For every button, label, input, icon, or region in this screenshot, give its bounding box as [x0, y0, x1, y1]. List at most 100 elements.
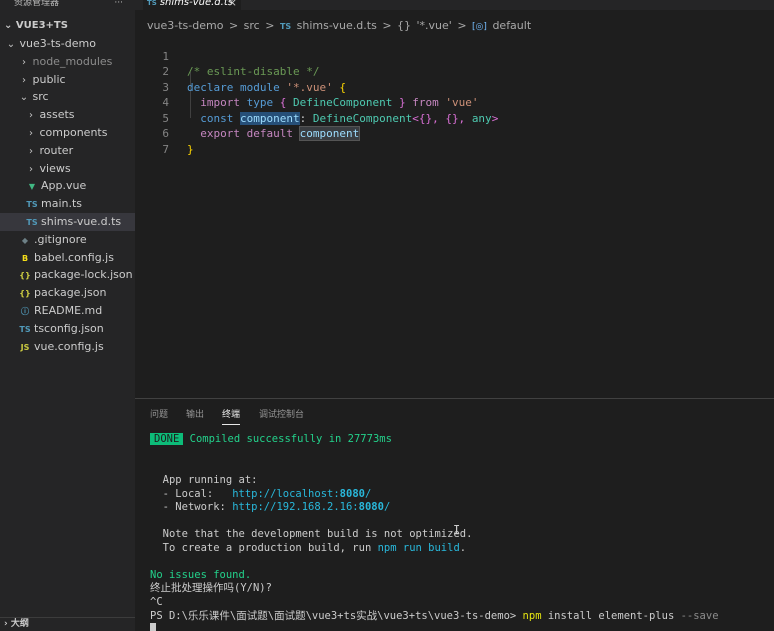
breadcrumb-file[interactable]: shims-vue.d.ts: [297, 19, 377, 32]
tab-debug-console[interactable]: 调试控制台: [259, 409, 304, 425]
code-line[interactable]: 6 }: [135, 111, 774, 156]
file-type-icon: B: [21, 253, 29, 263]
more-actions-icon[interactable]: ···: [114, 0, 123, 10]
tree-item[interactable]: ⌄ vue3-ts-demo: [0, 35, 135, 53]
chevron-right-icon: ›: [22, 56, 26, 68]
chevron-down-icon: ⌄: [4, 20, 16, 31]
explorer-sidebar: 资源管理器 ··· ⌄ VUE3+TS ⌄ vue3-ts-demo › node…: [0, 0, 135, 631]
line-number: 7: [162, 142, 169, 156]
terminal-line: App running at:: [162, 474, 258, 486]
tree-item-label: public: [32, 72, 66, 86]
tree-item-label: vue3-ts-demo: [19, 37, 96, 50]
explorer-header: 资源管理器 ···: [0, 0, 135, 10]
terminal-cursor-line: [150, 623, 156, 631]
tree-item-label: package.json: [34, 286, 107, 300]
code-line[interactable]: 5 export default component: [135, 95, 774, 141]
code-brace: }: [187, 142, 194, 156]
tree-item-label: tsconfig.json: [34, 321, 104, 335]
workspace-root-label: VUE3+TS: [15, 20, 68, 31]
tree-item[interactable]: ⌄ src: [0, 88, 135, 106]
tree-item-label: assets: [39, 108, 75, 122]
chevron-right-icon: ›: [29, 110, 33, 122]
tree-item[interactable]: › router: [0, 142, 135, 160]
breadcrumb-separator-icon: >: [457, 19, 467, 32]
tree-item-label: package-lock.json: [34, 268, 133, 282]
tree-item-label: router: [39, 143, 74, 157]
tab-terminal[interactable]: 终端: [222, 409, 241, 425]
tree-item-label: README.md: [34, 304, 103, 317]
file-type-icon: TS: [26, 200, 38, 210]
code-line[interactable]: 7: [135, 126, 774, 156]
explorer-title: 资源管理器: [14, 0, 60, 8]
terminal-line: Note that the development build is not o…: [162, 528, 473, 540]
tab-output[interactable]: 输出: [186, 409, 204, 425]
breadcrumb-folder[interactable]: vue3-ts-demo: [147, 19, 223, 32]
tree-item[interactable]: ▼ App.vue: [0, 177, 135, 195]
tree-item[interactable]: ◆ .gitignore: [0, 231, 135, 249]
local-url-link[interactable]: http://localhost:8080/: [232, 488, 371, 500]
breadcrumb-separator-icon: >: [382, 19, 392, 32]
tree-item[interactable]: › node_modules: [0, 53, 135, 71]
module-icon: {}: [397, 19, 412, 32]
tree-item[interactable]: › public: [0, 71, 135, 89]
outline-section[interactable]: › 大纲: [0, 617, 135, 631]
terminal-cursor: [150, 623, 156, 631]
breadcrumb-module[interactable]: '*.vue': [417, 19, 452, 32]
tab-label: shims-vue.d.ts: [159, 0, 233, 8]
tree-item[interactable]: › assets: [0, 106, 135, 124]
terminal-line: To create a production build, run npm ru…: [162, 542, 467, 554]
tree-item[interactable]: TS main.ts: [0, 195, 135, 213]
tree-item[interactable]: TS shims-vue.d.ts: [0, 213, 135, 231]
tree-item-label: App.vue: [41, 179, 87, 193]
tree-item-label: vue.config.js: [34, 339, 104, 353]
code-line[interactable]: 4 const component: DefineComponent<{}, {…: [135, 80, 774, 125]
chevron-right-icon: ›: [29, 128, 33, 139]
file-type-icon: ◆: [21, 235, 29, 245]
code-line[interactable]: 2 declare module '*.vue' {: [135, 49, 774, 94]
text-cursor-icon: I: [453, 523, 461, 537]
breadcrumb-symbol[interactable]: default: [492, 19, 531, 32]
chevron-down-icon: ⌄: [19, 92, 29, 104]
chevron-right-icon: ›: [4, 619, 11, 629]
tree-item-label: main.ts: [41, 197, 83, 211]
breadcrumb-separator-icon: >: [228, 19, 239, 32]
tree-item[interactable]: ⓘ README.md: [0, 302, 135, 320]
terminal-line: 终止批处理操作吗(Y/N)?: [150, 582, 272, 594]
close-icon[interactable]: ×: [228, 0, 237, 9]
typescript-file-icon: TS: [279, 22, 292, 31]
tab-shims-vue[interactable]: TS shims-vue.d.ts ×: [143, 0, 241, 10]
terminal-line: ^C: [150, 596, 163, 608]
file-type-icon: TS: [19, 324, 31, 334]
file-type-icon: ▼: [28, 182, 36, 192]
file-type-icon: {}: [19, 289, 31, 299]
breadcrumb-separator-icon: >: [265, 19, 275, 32]
terminal-line: - Network: http://192.168.2.16:8080/: [162, 501, 391, 513]
network-url-link[interactable]: http://192.168.2.16:8080/: [232, 501, 390, 513]
tree-item-label: components: [39, 126, 108, 139]
tree-item[interactable]: {} package.json: [0, 284, 135, 302]
breadcrumb: vue3-ts-demo > src > TS shims-vue.d.ts >…: [147, 18, 533, 34]
code-line[interactable]: 3 import type { DefineComponent } from '…: [135, 64, 774, 110]
tree-item-label: views: [39, 161, 71, 175]
tree-item[interactable]: Bbabel.config.js: [0, 249, 135, 267]
terminal-prompt-line[interactable]: PS D:\乐乐课件\面试题\面试题\vue3+ts实战\vue3+ts\vue…: [150, 610, 719, 623]
tree-item[interactable]: {} package-lock.json: [0, 266, 135, 284]
tab-problems[interactable]: 问题: [150, 409, 168, 425]
file-type-icon: {}: [19, 271, 31, 281]
workspace-root[interactable]: ⌄ VUE3+TS: [0, 17, 135, 35]
terminal-line: No issues found.: [150, 569, 252, 581]
chevron-down-icon: ⌄: [6, 39, 16, 50]
code-editor[interactable]: 1 /* eslint-disable */ 2 declare module …: [135, 33, 774, 398]
chevron-right-icon: ›: [22, 74, 26, 86]
file-type-icon: ⓘ: [21, 307, 29, 316]
editor-tab-bar: TS shims-vue.d.ts ×: [135, 0, 774, 10]
breadcrumb-src[interactable]: src: [244, 19, 260, 32]
code-line[interactable]: 1 /* eslint-disable */: [135, 33, 774, 79]
file-type-icon: TS: [26, 218, 38, 227]
tree-item[interactable]: TS tsconfig.json: [0, 320, 135, 338]
tree-item-label: src: [32, 90, 49, 104]
tree-item[interactable]: › components: [0, 124, 135, 142]
tree-item[interactable]: › views: [0, 160, 135, 178]
done-badge: DONE: [150, 433, 184, 445]
tree-item[interactable]: JS vue.config.js: [0, 338, 135, 356]
